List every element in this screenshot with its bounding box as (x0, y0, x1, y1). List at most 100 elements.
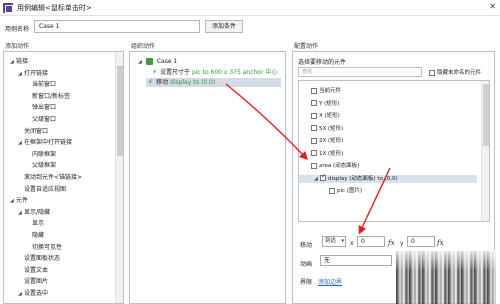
scrollbar-thumb[interactable] (117, 66, 123, 156)
checkbox-icon[interactable] (311, 100, 317, 106)
action-tree-item[interactable]: ◢ 设置选中 (18, 290, 48, 298)
action-row-move[interactable]: ⚡ 移动 display to (0,0) (146, 78, 281, 87)
widget-row[interactable]: 当前元件 (299, 87, 341, 95)
hide-unnamed-checkbox[interactable]: 隐藏未命名的元件 (429, 68, 481, 76)
organize-action-panel: ◢ Case 1 ⚡ 设置尺寸于 pic to 600 x 375 anchor … (129, 51, 286, 304)
move-mode-value: 到达 (325, 238, 337, 244)
action-tree-label: 关闭窗口 (24, 127, 49, 135)
checkbox-icon[interactable] (311, 150, 317, 156)
action-tree-item[interactable]: 设置文本 (18, 267, 48, 275)
action-tree-item[interactable]: ◢ 链接 (10, 58, 28, 66)
case-name-label: 用例名称 (5, 26, 30, 33)
action-tree-item[interactable]: 父级窗口 (26, 116, 56, 124)
widget-label: 1X (矩形) (319, 150, 344, 157)
checkbox-icon[interactable] (311, 162, 317, 169)
action-tree-item[interactable]: ◢ 在框架中打开链接 (18, 139, 72, 147)
widget-row[interactable]: X (矩形) (299, 112, 340, 120)
close-icon[interactable]: ✕ (489, 2, 496, 11)
action-tree-item[interactable]: 显示 (26, 220, 44, 228)
y-input[interactable]: 0 (407, 236, 435, 247)
add-action-panel: ◢ 链接 ◢ 打开链接当前窗口新窗口/新标签 弹出窗口父级窗口关闭窗口 ◢ 在框架中打开链接… (3, 51, 124, 304)
action-tree-item[interactable]: 切换可见性 (26, 244, 62, 252)
widget-row[interactable]: Y (矩形) (299, 100, 339, 108)
checkbox-icon[interactable] (311, 87, 317, 94)
action-detail: pic to 600 x 375 anchor 中心 (191, 69, 278, 76)
widget-row[interactable]: area (动态面板) (299, 162, 359, 170)
action-tree-item[interactable]: 设置图片 (18, 278, 48, 286)
action-tree-item[interactable]: 设置自适应视图 (18, 186, 66, 194)
animation-select[interactable]: 无 (320, 255, 392, 266)
checkbox-icon[interactable] (329, 187, 335, 194)
action-name: 设置尺寸于 (160, 69, 191, 76)
move-mode-select[interactable]: 到达 ▾ (322, 236, 346, 247)
action-name: 移动 (156, 79, 169, 86)
x-input[interactable]: 0 (357, 236, 385, 247)
checkbox-icon[interactable] (311, 137, 317, 144)
case-name-input[interactable]: Case 1 (34, 20, 200, 33)
config-action-heading: 配置动作 (294, 43, 319, 50)
title-bar: 用例编辑<鼠标单击时> ✕ (0, 0, 500, 16)
add-boundary-link[interactable]: 添加边界 (318, 277, 342, 286)
widget-row[interactable]: ◢display (动态面板) to (0,0) (299, 173, 477, 183)
hide-unnamed-label: 隐藏未命名的元件 (437, 70, 482, 76)
action-tree-item[interactable]: ◢ 打开链接 (18, 70, 48, 78)
action-tree-label: 设置图片 (24, 278, 49, 286)
action-tree-item[interactable]: 滚动到元件<锚链接> (18, 174, 82, 182)
checkbox-icon[interactable] (320, 173, 326, 181)
widget-label: 5X (矩形) (319, 125, 344, 132)
widget-row[interactable]: 1X (矩形) (299, 150, 343, 158)
action-tree-label: 新窗口/新标签 (32, 92, 71, 100)
action-tree-item[interactable]: 当前窗口 (26, 81, 56, 89)
choose-widget-label: 选择要移动的元件 (298, 59, 347, 66)
y-label: y (400, 240, 404, 247)
app-icon (3, 3, 13, 13)
checkbox-icon[interactable] (311, 112, 317, 119)
x-fx-button[interactable]: fx (388, 239, 395, 247)
action-row-resize[interactable]: ⚡ 设置尺寸于 pic to 600 x 375 anchor 中心 (150, 68, 277, 77)
action-tree-label: 当前窗口 (32, 81, 57, 89)
action-tree-item[interactable]: 设置面板状态 (18, 255, 60, 263)
widget-row[interactable]: pic (图片) (299, 187, 362, 195)
lightning-icon: ⚡ (152, 68, 157, 76)
case-icon (145, 58, 153, 65)
action-tree-item[interactable]: ◢ 显示/隐藏 (18, 209, 50, 217)
widget-label: pic (图片) (337, 188, 363, 194)
action-tree-item[interactable]: 父级框架 (26, 162, 56, 170)
case-node[interactable]: ◢ Case 1 (138, 58, 177, 65)
action-tree-label: 隐藏 (32, 232, 45, 239)
animation-label: 动画 (300, 261, 313, 268)
lightning-icon: ⚡ (148, 78, 153, 86)
add-action-heading: 添加动作 (5, 43, 30, 50)
action-tree-label: 父级窗口 (32, 116, 57, 123)
action-detail: display to (0,0) (169, 79, 216, 86)
action-tree-label: 弹出窗口 (32, 104, 57, 112)
y-fx-button[interactable]: fx (437, 239, 444, 247)
widget-list-scrollbar[interactable] (481, 81, 489, 221)
action-tree-label: 元件 (16, 197, 29, 205)
action-tree-label: 设置面板状态 (24, 255, 61, 263)
checkbox-icon[interactable] (429, 69, 435, 76)
action-tree-label: 打开链接 (24, 69, 49, 77)
widget-label: X (矩形) (319, 113, 340, 119)
action-tree-label: 显示 (32, 220, 45, 228)
widget-search-input[interactable]: 查找 (298, 67, 422, 77)
collapse-toggle-icon[interactable]: ◢ (138, 59, 144, 65)
action-tree-item[interactable]: 关闭窗口 (18, 128, 48, 136)
action-tree-item[interactable]: ◢ 元件 (10, 197, 28, 205)
checkbox-icon[interactable] (311, 125, 317, 131)
x-label: x (350, 240, 354, 247)
scrollbar-thumb[interactable] (483, 84, 489, 146)
case-node-label: Case 1 (156, 58, 178, 65)
widget-row[interactable]: 5X (矩形) (299, 125, 343, 133)
add-condition-button[interactable]: 添加条件 (205, 20, 243, 33)
widget-label: Y (矩形) (319, 100, 340, 107)
action-tree-item[interactable]: 内联框架 (26, 151, 56, 159)
action-tree-label: 滚动到元件<锚链接> (24, 174, 83, 181)
action-tree-item[interactable]: 隐藏 (26, 232, 44, 240)
widget-row[interactable]: 2X (矩形) (299, 137, 343, 145)
action-tree-item[interactable]: 弹出窗口 (26, 104, 56, 112)
action-tree-scrollbar[interactable] (115, 52, 123, 303)
action-tree-item[interactable]: 新窗口/新标签 (26, 93, 70, 101)
action-tree-label: 显示/隐藏 (24, 208, 51, 216)
action-tree-label: 设置选中 (24, 290, 49, 297)
